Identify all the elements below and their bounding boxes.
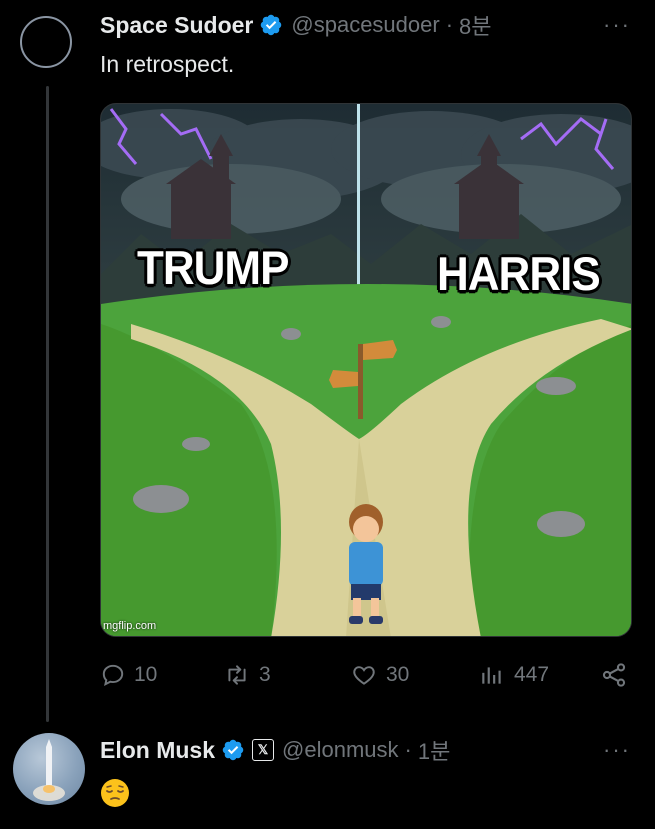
repost-button[interactable]: 3 [223,655,271,695]
tweet-actions-bar: 10 3 30 447 [100,655,635,695]
reply-button[interactable]: 10 [100,655,157,695]
separator-dot: · [404,737,412,762]
repost-count: 3 [259,663,271,686]
views-chart-icon [482,667,501,684]
x-affiliate-badge-icon: 𝕏 [252,739,275,761]
views-count: 447 [514,663,550,686]
pensive-face-icon [100,778,130,808]
heart-icon [353,666,375,685]
meme-illustration [101,104,631,636]
timestamp[interactable]: 8분 [459,9,491,41]
tweet-header: Space Sudoer @spacesudoer · 8분 [100,10,492,40]
share-button[interactable] [600,655,636,695]
share-icon [602,663,626,687]
avatar[interactable] [20,16,72,68]
tweet-text: In retrospect. [100,51,235,77]
like-button[interactable]: 30 [350,655,409,695]
more-options-icon[interactable]: ··· [603,737,631,763]
author-handle[interactable]: @elonmusk [282,737,399,763]
avatar[interactable] [13,733,85,805]
separator-dot: · [445,12,454,37]
tweet-image[interactable]: TRUMP HARRIS mgflip.com [100,103,632,637]
verified-badge-icon [259,13,283,37]
watermark: mgflip.com [103,620,157,632]
reply-icon [102,664,124,687]
timestamp[interactable]: 1분 [418,734,450,766]
more-options-icon[interactable]: ··· [603,12,631,38]
rocket-launch-image [33,739,65,801]
repost-icon [228,665,246,685]
reply-count: 10 [134,663,158,686]
verified-badge-icon [221,738,245,762]
meme-label-right: HARRIS [437,248,601,301]
author-handle[interactable]: @spacesudoer [291,12,439,38]
thread-connector-line [46,86,49,722]
like-count: 30 [386,663,410,686]
author-name[interactable]: Elon Musk [100,737,215,764]
author-name[interactable]: Space Sudoer [100,12,253,39]
reply-header: Elon Musk 𝕏 @elonmusk · 1분 [100,735,450,765]
meme-label-left: TRUMP [137,242,289,295]
views-button[interactable]: 447 [478,655,549,695]
